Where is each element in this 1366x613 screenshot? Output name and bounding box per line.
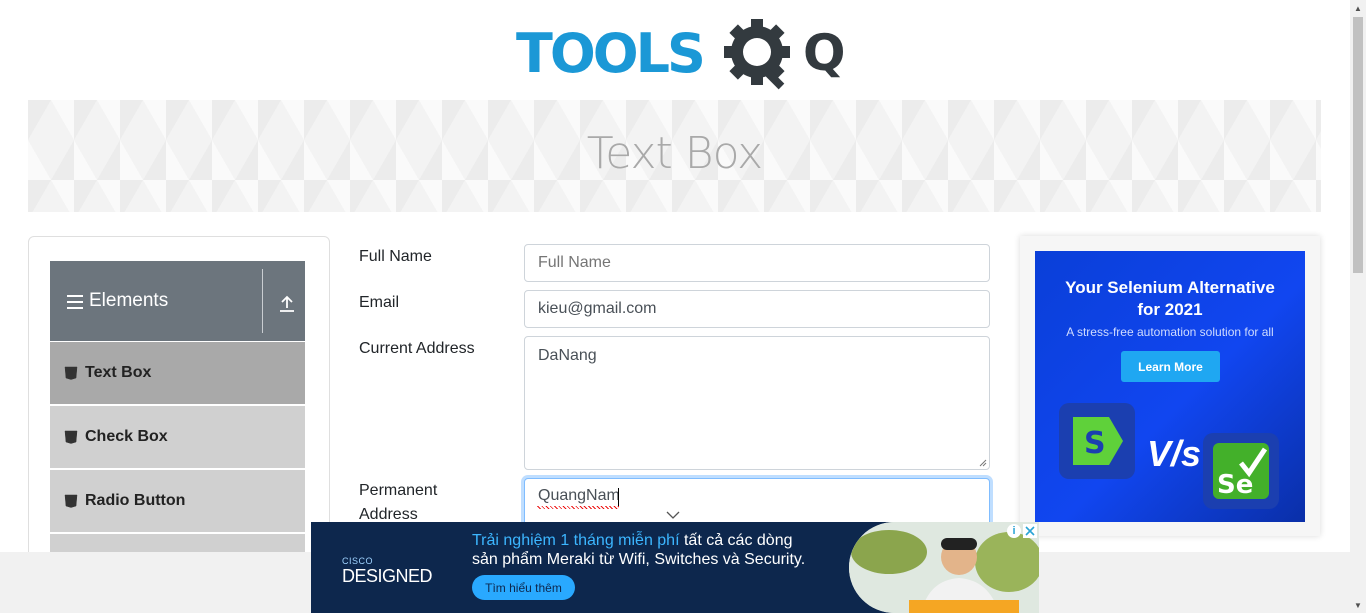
full-name-label: Full Name (359, 248, 432, 265)
full-name-input[interactable] (524, 244, 990, 282)
ad-cisco-text-line2: sản phẩm Meraki từ Wifi, Switches và Sec… (472, 551, 806, 568)
ad-learn-more-button[interactable]: Learn More (1121, 351, 1220, 382)
svg-text:Se: Se (1217, 470, 1253, 500)
html5-icon (64, 366, 78, 380)
spellcheck-underline (537, 506, 619, 509)
ad-cisco-cta-button[interactable]: Tìm hiểu thêm (472, 575, 575, 600)
html5-icon (64, 494, 78, 508)
current-address-textarea[interactable]: DaNang (524, 336, 990, 470)
sidebar-item-check-box[interactable]: Check Box (50, 406, 305, 470)
html5-icon (64, 430, 78, 444)
testsigma-logo-icon: S (1059, 403, 1135, 479)
cisco-brand: CISCO (342, 556, 374, 566)
ad-subline: A stress-free automation solution for al… (1066, 325, 1274, 339)
sidebar-item-label: Check Box (85, 428, 168, 445)
toolsqa-logo[interactable]: TOOLS QA (516, 14, 845, 92)
page-scrollbar[interactable]: ▲ ▼ (1350, 0, 1366, 613)
ad-vs-text: V/s (1147, 433, 1202, 474)
ad-cisco-highlight: Trải nghiệm 1 tháng miễn phí (472, 532, 680, 549)
resize-handle-icon[interactable] (979, 459, 987, 467)
scroll-thumb[interactable] (1353, 17, 1363, 273)
ad-cisco-meraki[interactable]: CISCO DESIGNED Trải nghiệm 1 tháng miễn … (311, 522, 1039, 613)
logo-text: TOOLS (516, 22, 706, 85)
ad-headline-line1: Your Selenium Alternative (1065, 278, 1275, 297)
hamburger-icon (67, 295, 83, 309)
sidebar-item-text-box[interactable]: Text Box (50, 342, 305, 406)
sidebar-item-radio-button[interactable]: Radio Button (50, 470, 305, 534)
email-input[interactable] (524, 290, 990, 328)
sidebar-item-label: Text Box (85, 364, 152, 381)
ad-cisco-text-rest: tất cả các dòng (679, 532, 793, 549)
permanent-address-label: Permanent Address (359, 479, 437, 527)
ad-choices-icon[interactable]: i (1007, 524, 1021, 538)
text-caret (618, 488, 619, 507)
scroll-up-icon[interactable]: ▲ (1350, 0, 1366, 16)
email-label: Email (359, 294, 400, 311)
logo-a: QA (803, 24, 845, 82)
logo-gear-qa-icon: QA (724, 19, 845, 90)
collapse-up-icon[interactable] (278, 295, 296, 313)
sidebar-group-title: Elements (89, 290, 169, 311)
sidebar-item-label: Radio Button (85, 492, 186, 509)
divider (262, 269, 263, 333)
ad-selenium-alternative[interactable]: Your Selenium Alternative for 2021 A str… (1035, 251, 1305, 522)
page-title: Text Box (586, 128, 763, 179)
ad-cisco-text: Trải nghiệm 1 tháng miễn phí tất cả các … (472, 531, 805, 569)
chevron-down-icon (666, 511, 680, 519)
scroll-down-icon[interactable]: ▼ (1350, 597, 1366, 613)
sidebar-group-elements[interactable]: Elements (50, 261, 305, 341)
ad-headline: Your Selenium Alternative for 2021 (1035, 277, 1305, 321)
ad-headline-line2: for 2021 (1137, 300, 1203, 319)
ad-close-icon[interactable] (1023, 524, 1037, 538)
cisco-logo: CISCO DESIGNED (342, 556, 433, 587)
permanent-address-label-line1: Permanent (359, 482, 438, 499)
selenium-logo-icon: Se (1203, 433, 1279, 509)
cisco-designed: DESIGNED (342, 566, 433, 586)
current-address-label: Current Address (359, 340, 475, 357)
svg-text:S: S (1084, 426, 1106, 461)
page-banner: Text Box (28, 100, 1321, 212)
